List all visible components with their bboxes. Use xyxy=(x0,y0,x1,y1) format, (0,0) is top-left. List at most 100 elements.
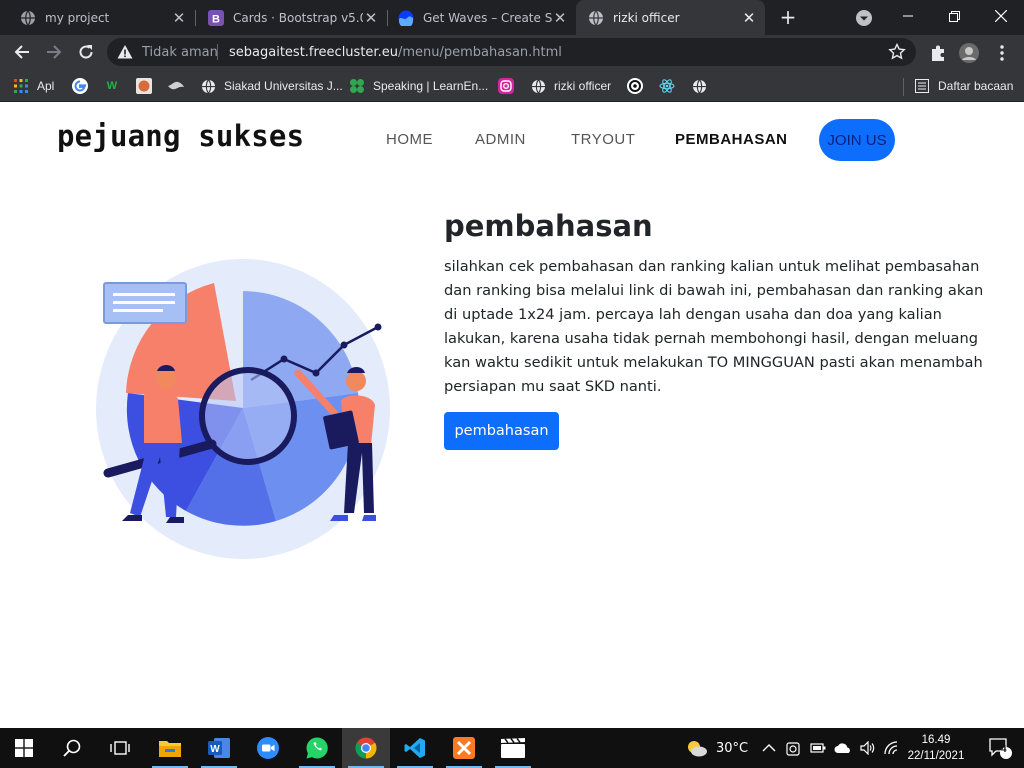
tab-bootstrap-cards[interactable]: B Cards · Bootstrap v5.0 ✕ xyxy=(188,0,387,35)
close-icon[interactable]: ✕ xyxy=(171,9,187,27)
task-view-button[interactable] xyxy=(96,728,144,768)
tab-rizki-officer[interactable]: rizki officer ✕ xyxy=(576,0,765,35)
taskbar-word[interactable]: W xyxy=(195,728,243,768)
web-page: pejuang sukses HOME ADMIN TRYOUT PEMBAHA… xyxy=(0,103,1024,728)
new-tab-button[interactable]: + xyxy=(776,4,800,30)
taskbar-media[interactable] xyxy=(489,728,537,768)
minimize-icon xyxy=(903,15,913,17)
file-explorer-icon xyxy=(159,741,181,757)
globe-icon xyxy=(530,78,546,94)
address-bar[interactable]: Tidak aman sebagaitest.freecluster.eu/me… xyxy=(107,38,916,66)
onedrive-icon[interactable] xyxy=(834,742,852,754)
taskbar-vscode[interactable] xyxy=(391,728,439,768)
reload-button[interactable] xyxy=(74,40,98,64)
close-window-button[interactable] xyxy=(978,0,1024,32)
forward-button[interactable] xyxy=(42,40,66,64)
notification-icon xyxy=(989,738,1012,759)
battery-icon[interactable] xyxy=(810,742,826,754)
start-button[interactable] xyxy=(0,728,48,768)
bookmarks-bar: Apl W Siakad Universitas J... Speaking |… xyxy=(0,70,1024,102)
url-host: sebagaitest.freecluster.eu xyxy=(229,45,398,60)
system-clock[interactable]: 16.49 22/11/2021 xyxy=(904,732,968,764)
nav-home[interactable]: HOME xyxy=(386,131,433,148)
weather-widget[interactable]: 30°C xyxy=(686,728,748,768)
close-icon[interactable]: ✕ xyxy=(363,9,379,27)
bookmark-siakad[interactable]: Siakad Universitas J... xyxy=(200,76,343,96)
analytics-illustration xyxy=(96,259,390,559)
windows-taskbar: W 30°C 16.49 22/11/2021 4 xyxy=(0,728,1024,768)
word-icon: W xyxy=(208,738,230,758)
taskbar-whatsapp[interactable] xyxy=(293,728,341,768)
chrome-icon xyxy=(355,737,377,759)
react-icon xyxy=(659,78,675,94)
whatsapp-icon xyxy=(306,737,328,759)
windows-start-icon xyxy=(15,739,33,757)
nav-tryout[interactable]: TRYOUT xyxy=(571,131,635,148)
close-icon xyxy=(995,10,1007,22)
puzzle-icon xyxy=(932,45,944,61)
extensions-button[interactable] xyxy=(928,43,948,63)
taskbar-zoom[interactable] xyxy=(244,728,292,768)
bookmark-speaking[interactable]: Speaking | LearnEn... xyxy=(349,76,488,96)
taskbar-chrome[interactable] xyxy=(342,728,390,768)
site-brand[interactable]: pejuang sukses xyxy=(57,119,304,153)
wifi-icon[interactable] xyxy=(884,741,900,755)
bookmark-google[interactable] xyxy=(72,76,96,96)
profile-button[interactable] xyxy=(959,43,979,63)
bookmark-label: Speaking | LearnEn... xyxy=(373,79,489,93)
restore-button[interactable] xyxy=(931,0,977,32)
join-us-button[interactable]: JOIN US xyxy=(819,119,895,161)
notification-center-button[interactable]: 4 xyxy=(976,728,1024,768)
vscode-icon xyxy=(404,738,425,758)
back-arrow-icon xyxy=(14,45,29,59)
notification-count: 4 xyxy=(1001,744,1007,755)
bookmark-w[interactable]: W xyxy=(104,76,128,96)
taskbar-xampp[interactable] xyxy=(440,728,488,768)
openai-icon xyxy=(627,78,643,94)
reading-list[interactable]: Daftar bacaan xyxy=(914,76,1013,96)
nav-pembahasan[interactable]: PEMBAHASAN xyxy=(675,131,788,148)
tab-my-project[interactable]: my project ✕ xyxy=(0,0,195,35)
url-text[interactable]: sebagaitest.freecluster.eu/menu/pembahas… xyxy=(229,45,562,60)
w-icon: W xyxy=(106,80,118,92)
omnibox-divider xyxy=(217,44,218,60)
tab-title: my project xyxy=(45,10,110,25)
svg-text:W: W xyxy=(210,744,220,755)
camera-icon[interactable] xyxy=(786,740,800,756)
warning-icon[interactable] xyxy=(117,44,133,60)
bookmark-rizki-officer[interactable]: rizki officer xyxy=(530,76,611,96)
browser-toolbar: Tidak aman sebagaitest.freecluster.eu/me… xyxy=(0,35,1024,70)
tab-get-waves[interactable]: Get Waves – Create SVG ✕ xyxy=(378,0,576,35)
weather-temperature: 30°C xyxy=(716,740,749,756)
bookmarks-divider xyxy=(903,78,904,96)
bookmark-apps[interactable]: Apl xyxy=(13,76,54,96)
close-icon[interactable]: ✕ xyxy=(552,9,568,27)
bookmark-openai[interactable] xyxy=(627,76,651,96)
chevron-up-icon[interactable] xyxy=(762,743,776,753)
nav-admin[interactable]: ADMIN xyxy=(475,131,526,148)
pembahasan-button[interactable]: pembahasan xyxy=(444,412,559,450)
bookmark-instagram[interactable] xyxy=(498,76,522,96)
taskbar-search-button[interactable] xyxy=(48,728,96,768)
volume-icon[interactable] xyxy=(860,741,876,755)
tab-strip: my project ✕ B Cards · Bootstrap v5.0 ✕ … xyxy=(0,0,1024,35)
bookmark-box[interactable] xyxy=(136,76,160,96)
bookmark-react[interactable] xyxy=(659,76,683,96)
menu-button[interactable] xyxy=(992,43,1012,63)
bookmark-globe[interactable] xyxy=(691,76,715,96)
security-label[interactable]: Tidak aman xyxy=(142,45,218,60)
globe-icon xyxy=(589,10,603,25)
reload-icon xyxy=(79,45,93,59)
forward-arrow-icon xyxy=(47,45,62,59)
minimize-button[interactable] xyxy=(885,0,931,32)
bookmark-label: Apl xyxy=(37,79,55,93)
close-icon[interactable]: ✕ xyxy=(741,9,757,27)
media-icon xyxy=(501,738,525,758)
bookmark-bird[interactable] xyxy=(168,76,192,96)
tray-icons xyxy=(762,728,900,768)
back-button[interactable] xyxy=(10,40,34,64)
tab-search-icon[interactable] xyxy=(855,9,873,27)
taskbar-file-explorer[interactable] xyxy=(146,728,194,768)
bookmark-star-icon[interactable] xyxy=(888,43,906,61)
tab-title: Cards · Bootstrap v5.0 xyxy=(233,10,363,25)
